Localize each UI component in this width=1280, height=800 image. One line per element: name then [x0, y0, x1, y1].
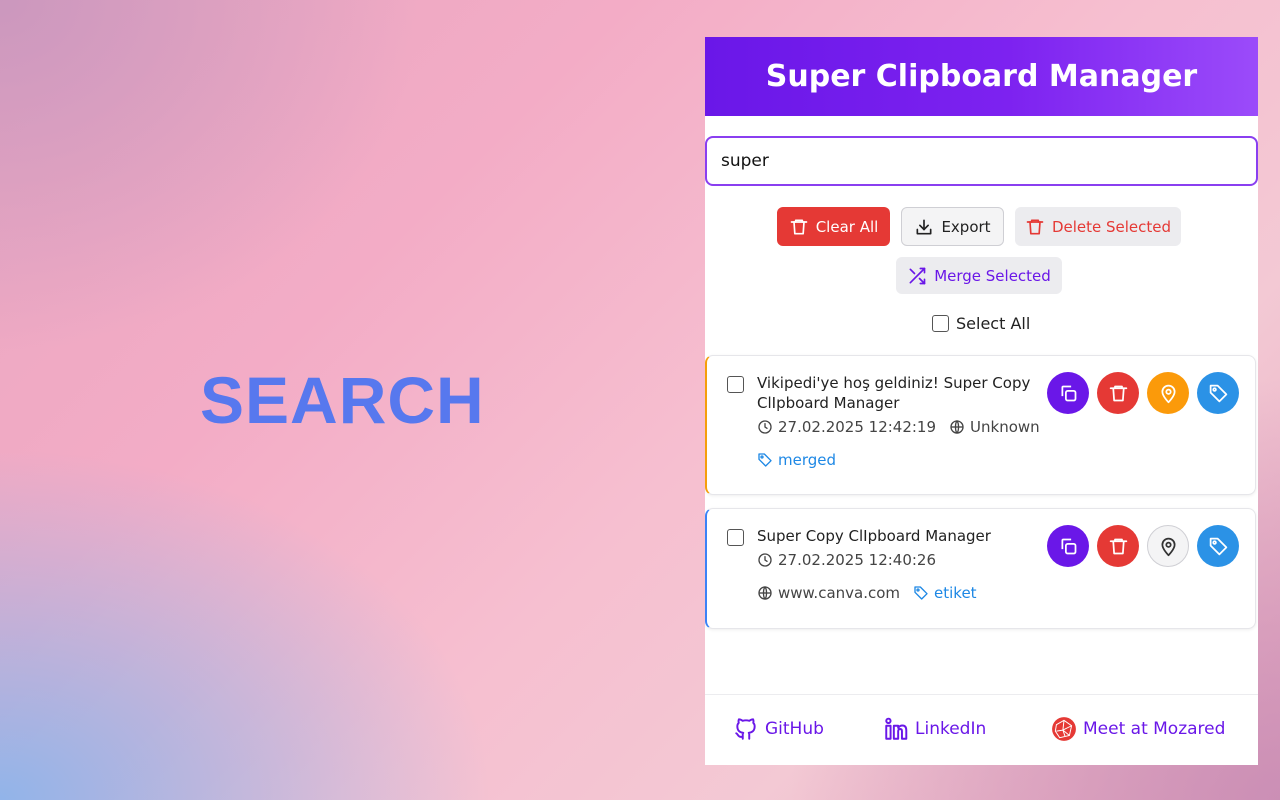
- tag-icon: [1209, 537, 1227, 555]
- github-label: GitHub: [765, 719, 824, 739]
- select-all-control[interactable]: Select All: [932, 314, 1030, 333]
- export-label: Export: [941, 217, 991, 236]
- search-container: [705, 136, 1258, 186]
- copy-icon: [1061, 538, 1076, 554]
- linkedin-label: LinkedIn: [915, 719, 987, 739]
- app-title: Super Clipboard Manager: [765, 59, 1198, 94]
- copy-button[interactable]: [1047, 372, 1089, 414]
- item-source-row: www.canva.com etiket: [757, 584, 977, 602]
- merge-selected-label: Merge Selected: [934, 266, 1051, 285]
- item-text: Vikipedi'ye hoş geldiniz! Super Copy ClI…: [757, 374, 1031, 412]
- pin-button[interactable]: [1147, 525, 1189, 567]
- item-actions: [1047, 372, 1239, 414]
- item-tag[interactable]: merged: [757, 451, 836, 469]
- tag-icon: [914, 586, 928, 600]
- select-all-label: Select All: [956, 314, 1031, 333]
- hero-title: SEARCH: [200, 363, 485, 437]
- linkedin-icon: [885, 717, 908, 740]
- clear-all-label: Clear All: [815, 217, 879, 236]
- shuffle-icon: [909, 267, 926, 284]
- mozared-label: Meet at Mozared: [1083, 719, 1226, 739]
- delete-button[interactable]: [1097, 372, 1139, 414]
- clipboard-item[interactable]: Vikipedi'ye hoş geldiniz! Super Copy ClI…: [705, 355, 1256, 495]
- download-icon: [916, 219, 932, 234]
- trash-icon: [790, 219, 808, 234]
- copy-icon: [1061, 385, 1076, 401]
- search-input[interactable]: [705, 136, 1258, 186]
- delete-selected-button[interactable]: Delete Selected: [1015, 207, 1181, 246]
- copy-button[interactable]: [1047, 525, 1089, 567]
- map-pin-icon: [1161, 537, 1175, 556]
- tag-button[interactable]: [1197, 525, 1239, 567]
- item-source: www.canva.com: [778, 584, 901, 602]
- item-text: Super Copy ClIpboard Manager: [757, 527, 991, 545]
- trash-icon: [1109, 538, 1127, 554]
- delete-button[interactable]: [1097, 525, 1139, 567]
- delete-selected-label: Delete Selected: [1051, 217, 1172, 236]
- export-button[interactable]: Export: [901, 207, 1004, 246]
- item-timestamp: 27.02.2025 12:42:19: [778, 418, 937, 436]
- app-header: Super Clipboard Manager: [705, 37, 1258, 116]
- clock-icon: [758, 420, 772, 434]
- item-meta-row: 27.02.2025 12:42:19 Unknown: [757, 418, 1040, 436]
- mozared-logo-icon: [1052, 717, 1076, 741]
- item-actions: [1047, 525, 1239, 567]
- clear-all-button[interactable]: Clear All: [777, 207, 890, 246]
- clock-icon: [758, 553, 772, 567]
- globe-icon: [950, 420, 964, 434]
- merge-selected-button[interactable]: Merge Selected: [896, 257, 1062, 294]
- mozared-link[interactable]: Meet at Mozared: [1051, 716, 1225, 742]
- trash-icon: [1026, 219, 1044, 234]
- item-source: Unknown: [970, 418, 1040, 436]
- select-all-checkbox[interactable]: [932, 315, 949, 332]
- extension-popup: Super Clipboard Manager Clear All Export…: [705, 37, 1258, 765]
- tag-button[interactable]: [1197, 372, 1239, 414]
- globe-icon: [758, 586, 772, 600]
- trash-icon: [1109, 385, 1127, 401]
- clipboard-item[interactable]: Super Copy ClIpboard Manager 27.02.2025 …: [705, 508, 1256, 629]
- tag-icon: [758, 453, 772, 467]
- tag-icon: [1209, 384, 1227, 402]
- item-checkbox[interactable]: [727, 529, 744, 546]
- item-checkbox[interactable]: [727, 376, 744, 393]
- item-meta-row: 27.02.2025 12:40:26: [757, 551, 936, 569]
- github-link[interactable]: GitHub: [733, 716, 824, 742]
- pin-button[interactable]: [1147, 372, 1189, 414]
- map-pin-icon: [1161, 384, 1175, 403]
- item-timestamp: 27.02.2025 12:40:26: [778, 551, 937, 569]
- linkedin-link[interactable]: LinkedIn: [883, 716, 986, 742]
- github-icon: [735, 718, 756, 740]
- item-tag-label[interactable]: etiket: [934, 584, 977, 602]
- item-tag-label: merged: [778, 451, 837, 469]
- footer: GitHub LinkedIn Meet at Mozared: [705, 694, 1258, 765]
